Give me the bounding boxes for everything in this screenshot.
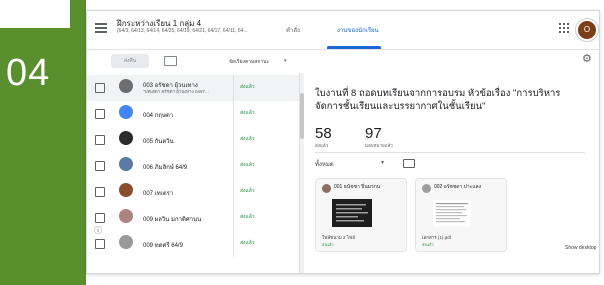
status-badge: ส่งแล้ว	[240, 162, 255, 168]
classroom-window: ฝึกระหว่างเรียน 1 กลุ่ม 4 (64/3, 64/13, …	[86, 10, 600, 274]
tab-student-work[interactable]: งานของนักเรียน	[337, 25, 379, 35]
card-student-name: 002 อรัชชดา ปาะแลง	[434, 184, 482, 190]
student-name: 004 กฤษดา	[143, 113, 174, 119]
submission-card[interactable]: 001 ธนัชชา ปิ่นมรกน ใฟล์ชนาม 2 ไฟล์ ส่งแ…	[315, 178, 407, 252]
student-list: 003 อรัชดา ยุ้วนเทาง "บทเสดา อรัชดา ยุ้วน…	[87, 73, 299, 273]
list-item[interactable]: 009 ผลวิน มกาติศานน ส่งแล้ว	[87, 205, 299, 231]
attachment-name: "บทเสดา อรัชดา ยุ้วนเทาง 0497...	[143, 89, 209, 94]
submitted-label: ส่งแล้ว	[315, 143, 329, 148]
assigned-label: มอบหมายแล้ว	[365, 143, 393, 148]
app-header: ฝึกระหว่างเรียน 1 กลุ่ม 4 (64/3, 64/13, …	[87, 11, 599, 50]
row-checkbox[interactable]	[95, 213, 105, 223]
card-file-name: เอกสาร (1).pdf	[422, 235, 451, 240]
list-item[interactable]: 009 ทดศรี 64/9 ส่งแล้ว	[87, 231, 299, 257]
avatar	[119, 183, 133, 197]
list-item[interactable]: 003 อรัชดา ยุ้วนเทาง "บทเสดา อรัชดา ยุ้วน…	[87, 75, 299, 101]
card-status: ส่งแล้ว	[422, 242, 434, 247]
card-student-name: 001 ธนัชชา ปิ่นมรกน	[334, 184, 381, 190]
mail-icon[interactable]	[164, 56, 177, 66]
assignment-detail: ใบงานที่ 8 ถอดบทเรียนจากการอบรม หัวข้อเร…	[315, 73, 599, 273]
grid-icon[interactable]	[559, 23, 569, 33]
slide-number: 04	[6, 52, 51, 94]
column-divider	[233, 231, 234, 257]
avatar	[422, 184, 431, 193]
status-badge: ส่งแล้ว	[240, 240, 255, 246]
status-badge: ส่งแล้ว	[240, 214, 255, 220]
student-name: 009 ผลวิน มกาติศานน	[143, 217, 202, 223]
avatar	[119, 157, 133, 171]
chevron-down-icon[interactable]: ▾	[381, 159, 384, 166]
divider	[315, 152, 585, 153]
avatar	[119, 79, 133, 93]
assignment-title: ใบงานที่ 8 ถอดบทเรียนจากการอบรม หัวข้อเร…	[315, 88, 561, 112]
row-checkbox[interactable]	[95, 187, 105, 197]
column-divider	[233, 75, 234, 101]
file-thumbnail	[332, 199, 372, 227]
student-name: 006 ภิมลิกษ์ 64/9	[143, 165, 188, 171]
row-checkbox[interactable]	[95, 83, 105, 93]
list-item[interactable]: 007 เทเตรา ส่งแล้ว	[87, 179, 299, 205]
avatar	[119, 235, 133, 249]
toolbar: ส่งคืน จัดเรียงตามสถานะ ▾ ⚙	[87, 49, 599, 73]
column-divider	[233, 153, 234, 179]
student-name: 009 ทดศรี 64/9	[143, 243, 183, 249]
return-button[interactable]: ส่งคืน	[111, 54, 149, 68]
assigned-count: 97	[365, 125, 382, 142]
hamburger-icon[interactable]	[95, 23, 107, 35]
student-name: 007 เทเตรา	[143, 191, 174, 197]
row-checkbox[interactable]	[95, 239, 105, 249]
column-divider	[233, 101, 234, 127]
folder-icon[interactable]	[403, 159, 415, 168]
row-checkbox[interactable]	[95, 161, 105, 171]
list-item[interactable]: 006 ภิมลิกษ์ 64/9 ส่งแล้ว	[87, 153, 299, 179]
class-subtitle: (64/3, 64/13, 64/14, 64/25, 64/19, 64/21…	[117, 28, 248, 34]
row-checkbox[interactable]	[95, 135, 105, 145]
help-icon[interactable]: ⓘ	[94, 225, 102, 236]
gear-icon[interactable]: ⚙	[582, 52, 592, 65]
avatar[interactable]: O	[576, 19, 598, 41]
assigned-stat: 97 มอบหมายแล้ว	[365, 125, 393, 149]
student-name: 005 กันตวิน	[143, 139, 174, 145]
filter-select[interactable]: ทั้งหมด	[315, 159, 334, 169]
status-badge: ส่งแล้ว	[240, 136, 255, 142]
chevron-down-icon[interactable]: ▾	[284, 58, 287, 64]
avatar	[119, 131, 133, 145]
column-divider	[233, 179, 234, 205]
show-desktop-button[interactable]: Show desktop	[565, 245, 596, 251]
card-file-name: ใฟล์ชนาม 2 ไฟล์	[322, 235, 355, 240]
submitted-count: 58	[315, 125, 332, 142]
avatar	[322, 184, 331, 193]
sort-select[interactable]: จัดเรียงตามสถานะ	[229, 58, 269, 66]
list-item[interactable]: 005 กันตวิน ส่งแล้ว	[87, 127, 299, 153]
column-divider	[233, 127, 234, 153]
status-badge: ส่งแล้ว	[240, 110, 255, 116]
row-checkbox[interactable]	[95, 109, 105, 119]
avatar	[119, 105, 133, 119]
card-status: ส่งแล้ว	[322, 242, 334, 247]
tab-instructions[interactable]: คำสั่ง	[286, 25, 300, 35]
list-item[interactable]: 004 กฤษดา ส่งแล้ว	[87, 101, 299, 127]
status-badge: ส่งแล้ว	[240, 84, 255, 90]
scrollbar[interactable]	[299, 73, 304, 273]
status-badge: ส่งแล้ว	[240, 188, 255, 194]
file-thumbnail	[432, 199, 472, 227]
column-divider	[233, 205, 234, 231]
avatar	[119, 209, 133, 223]
submission-card[interactable]: 002 อรัชชดา ปาะแลง เอกสาร (1).pdf ส่งแล้…	[415, 178, 507, 252]
submitted-stat: 58 ส่งแล้ว	[315, 125, 332, 149]
